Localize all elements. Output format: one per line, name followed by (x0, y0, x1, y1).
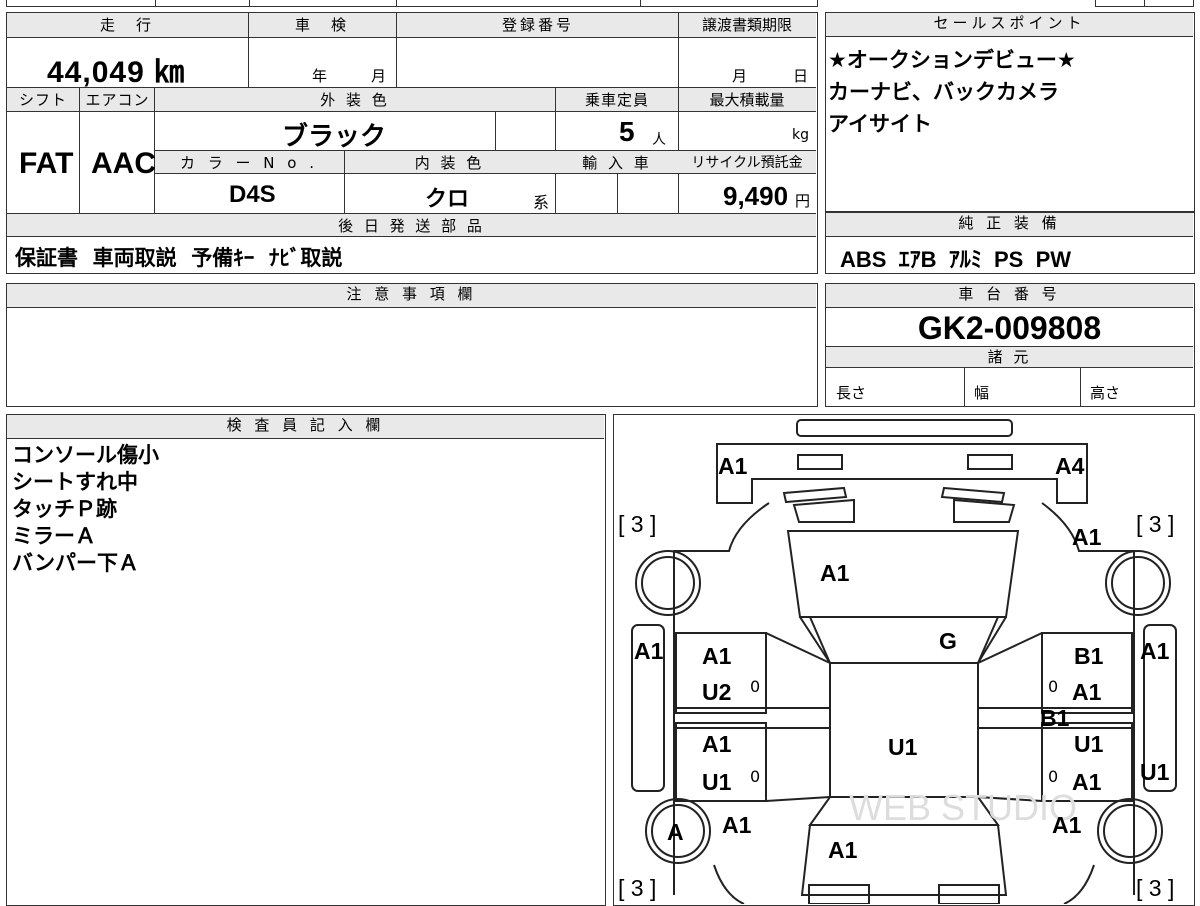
mark-zero: 0 (750, 767, 761, 786)
mark-door-fr-a: B1 (1074, 643, 1104, 669)
capacity-label: 乗車定員 (584, 91, 649, 109)
capacity-value: 5 (619, 116, 635, 147)
max-load-label: 最大積載量 (709, 91, 785, 109)
damage-diagram-panel: WEB STUDIO [ 3 ] [ 3 ] [ 3 ] [ 3 ] A1 A4… (613, 414, 1195, 906)
top-strip (0, 0, 1200, 8)
mark-right-rear-side: U1 (1140, 759, 1170, 785)
color-no-value: D4S (229, 181, 276, 208)
mark-zero: 0 (750, 677, 761, 696)
mark-front-right: A4 (1055, 453, 1085, 479)
car-outline-diagram: WEB STUDIO (631, 419, 1177, 904)
length-label: 長さ (836, 384, 867, 402)
standard-equipment-value: ABS ｴｱB ｱﾙﾐ PS PW (840, 247, 1072, 272)
standard-equipment-label: 純 正 装 備 (826, 213, 1193, 237)
inspector-note: タッチＰ跡 (12, 497, 117, 521)
import-label: 輸 入 車 (582, 154, 652, 172)
ac-value: AAC (91, 147, 156, 180)
transfer-deadline-label: 譲渡書類期限 (701, 16, 792, 34)
inspection-month: 月 (371, 67, 387, 85)
sales-point-line: アイサイト (828, 112, 932, 136)
inspector-note: シートすれ中 (12, 470, 138, 494)
capacity-unit: 人 (652, 132, 666, 148)
sales-points-label: セールスポイント (826, 13, 1193, 37)
inspection-label: 車 検 (294, 16, 349, 34)
exterior-color-value: ブラック (282, 121, 387, 151)
transfer-day: 日 (793, 67, 809, 85)
specs-label: 諸 元 (987, 348, 1032, 366)
later-parts-value: 保証書 車両取説 予備ｷｰ ﾅﾋﾞ取説 (15, 246, 343, 270)
mark-trunk: A1 (828, 837, 858, 863)
tire-front-left: [ 3 ] (618, 511, 657, 537)
inspection-year: 年 (312, 67, 328, 85)
chassis-label: 車 台 番 号 (826, 284, 1193, 308)
max-load-unit: kg (792, 127, 809, 143)
shift-value: FAT (19, 147, 74, 180)
mark-door-fr-c: B1 (1040, 705, 1070, 731)
mark-windshield: G (939, 628, 957, 654)
notes-label: 注 意 事 項 欄 (7, 284, 816, 308)
inspector-note: ミラーＡ (12, 524, 96, 548)
mark-door-rr-b: A1 (1072, 769, 1102, 795)
sales-points-panel: セールスポイント ★オークションデビュー★ カーナビ、バックカメラ アイサイト (825, 12, 1195, 212)
sales-point-line: ★オークションデビュー★ (828, 48, 1076, 72)
exterior-color-label: 外 装 色 (320, 91, 390, 109)
mark-door-fl-b: U2 (702, 679, 732, 705)
mark-zero: 0 (1048, 677, 1059, 696)
vehicle-info-table: 走 行 車 検 登録番号 譲渡書類期限 44,049 ㎞ 年 月 月 日 シフト… (6, 12, 818, 274)
sales-point-line: カーナビ、バックカメラ (828, 80, 1059, 104)
later-parts-label: 後 日 発 送 部 品 (338, 217, 485, 235)
mark-left-side: A1 (634, 638, 664, 664)
tire-rear-left: [ 3 ] (618, 875, 657, 901)
tire-rear-right: [ 3 ] (1136, 875, 1175, 901)
chassis-panel: 車 台 番 号 GK2-009808 諸 元 長さ 幅 高さ (825, 283, 1195, 407)
inspector-panel: 検 査 員 記 入 欄 コンソール傷小 シートすれ中 タッチＰ跡 ミラーＡ バン… (6, 414, 606, 906)
mark-front-left: A1 (718, 453, 748, 479)
recycle-unit: 円 (795, 192, 811, 210)
standard-equipment-panel: 純 正 装 備 ABS ｴｱB ｱﾙﾐ PS PW (825, 212, 1195, 274)
mark-fender-right: A1 (1072, 524, 1102, 550)
mark-rear-left: A1 (722, 812, 752, 838)
mark-zero: 0 (1048, 767, 1059, 786)
ac-label: エアコン (85, 91, 150, 109)
notes-panel: 注 意 事 項 欄 (6, 283, 818, 407)
inspector-note: バンパー下Ａ (12, 551, 140, 575)
height-label: 高さ (1090, 384, 1121, 402)
interior-color-value: クロ (425, 186, 470, 211)
mark-rear-wheel-left: A (667, 819, 684, 845)
tire-front-right: [ 3 ] (1136, 511, 1175, 537)
mark-door-fr-b: A1 (1072, 679, 1102, 705)
interior-color-label: 内 装 色 (414, 154, 485, 172)
mark-door-rl-a: A1 (702, 731, 732, 757)
mileage-value: 44,049 ㎞ (47, 56, 186, 89)
mark-rear-right: A1 (1052, 812, 1082, 838)
transfer-month: 月 (732, 67, 748, 85)
width-label: 幅 (974, 384, 990, 402)
shift-label: シフト (18, 91, 67, 109)
recycle-label: リサイクル預託金 (691, 155, 803, 171)
mark-right-side: A1 (1140, 638, 1170, 664)
registration-label: 登録番号 (501, 16, 574, 34)
mark-roof: U1 (888, 734, 918, 760)
inspector-label: 検 査 員 記 入 欄 (7, 415, 604, 439)
watermark: WEB STUDIO (849, 787, 1077, 828)
recycle-value: 9,490 (723, 181, 789, 211)
inspector-note: コンソール傷小 (12, 443, 159, 467)
mileage-label: 走 行 (99, 16, 154, 34)
mark-door-rl-b: U1 (702, 769, 732, 795)
interior-color-suffix: 系 (533, 193, 550, 212)
mark-hood: A1 (820, 560, 850, 586)
chassis-number: GK2-009808 (917, 310, 1102, 346)
mark-door-rr-a: U1 (1074, 731, 1104, 757)
color-no-label: カ ラ ー N o . (179, 154, 318, 172)
mark-door-fl-a: A1 (702, 643, 732, 669)
